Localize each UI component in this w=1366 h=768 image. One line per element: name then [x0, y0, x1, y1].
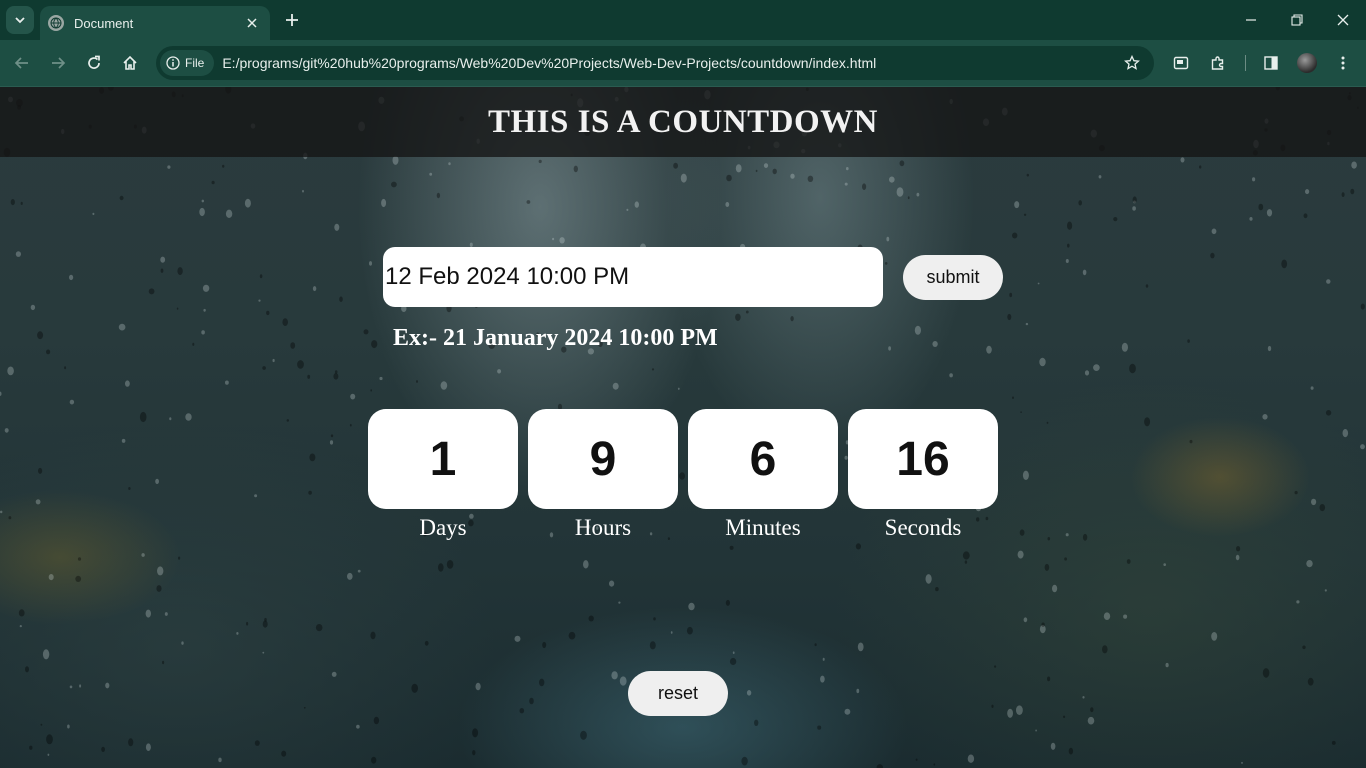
bookmark-button[interactable]	[1118, 49, 1146, 77]
chevron-down-icon	[15, 17, 25, 24]
avatar	[1297, 53, 1317, 73]
home-icon	[123, 55, 137, 70]
restore-button[interactable]	[1274, 0, 1320, 40]
toolbar-divider	[1245, 55, 1246, 71]
info-icon	[166, 56, 180, 70]
hours-label: Hours	[574, 515, 632, 540]
address-bar[interactable]: File E:/programs/git%20hub%20programs/We…	[156, 46, 1154, 80]
tab-search-button[interactable]	[6, 6, 34, 34]
media-control-button[interactable]	[1167, 49, 1195, 77]
page-header: THIS IS A COUNTDOWN	[0, 87, 1366, 157]
hours-box: 9	[528, 409, 678, 509]
seconds-box: 16	[848, 409, 998, 509]
example-hint: Ex:- 21 January 2024 10:00 PM	[393, 325, 718, 351]
restore-icon	[1291, 14, 1303, 26]
minimize-icon	[1246, 19, 1256, 21]
side-panel-button[interactable]	[1257, 49, 1285, 77]
window-controls	[1228, 0, 1366, 40]
minutes-box: 6	[688, 409, 838, 509]
more-vertical-icon	[1341, 56, 1345, 70]
days-box: 1	[368, 409, 518, 509]
tab-title: Document	[74, 15, 134, 31]
arrow-left-icon	[14, 57, 28, 69]
days-label: Days	[419, 515, 467, 540]
days-value: 1	[429, 432, 457, 486]
star-icon	[1124, 55, 1140, 70]
globe-icon	[48, 15, 64, 31]
reset-button[interactable]: reset	[628, 671, 728, 716]
site-info-chip[interactable]: File	[160, 50, 215, 76]
close-tab-icon[interactable]	[244, 15, 260, 31]
date-input[interactable]	[383, 247, 883, 307]
new-tab-button[interactable]	[280, 8, 304, 32]
side-panel-icon	[1264, 56, 1278, 70]
url-text[interactable]: E:/programs/git%20hub%20programs/Web%20D…	[222, 55, 1118, 71]
seconds-value: 16	[896, 432, 950, 486]
site-chip-label: File	[185, 56, 205, 70]
submit-button[interactable]: submit	[903, 255, 1003, 300]
reload-button[interactable]	[80, 49, 108, 77]
arrow-right-icon	[52, 57, 66, 69]
close-icon	[1337, 14, 1349, 26]
profile-button[interactable]	[1293, 49, 1321, 77]
minimize-button[interactable]	[1228, 0, 1274, 40]
puzzle-icon	[1211, 56, 1224, 70]
home-button[interactable]	[116, 49, 144, 77]
menu-button[interactable]	[1329, 49, 1357, 77]
browser-toolbar: File E:/programs/git%20hub%20programs/We…	[0, 40, 1366, 87]
raindrop-background	[0, 87, 1365, 768]
page-title: THIS IS A COUNTDOWN	[487, 103, 878, 140]
minutes-label: Minutes	[725, 515, 801, 540]
page-viewport: THIS IS A COUNTDOWN submit Ex:- 21 Janua…	[0, 87, 1366, 768]
hours-value: 9	[589, 432, 617, 486]
extensions-button[interactable]	[1204, 49, 1232, 77]
tab-strip: Document	[0, 0, 1366, 40]
back-button[interactable]	[8, 49, 36, 77]
reload-icon	[88, 55, 100, 69]
forward-button[interactable]	[44, 49, 72, 77]
close-window-button[interactable]	[1320, 0, 1366, 40]
minutes-value: 6	[749, 432, 777, 486]
browser-tab[interactable]: Document	[40, 6, 270, 40]
plus-icon	[286, 14, 298, 26]
seconds-label: Seconds	[884, 515, 962, 540]
media-icon	[1173, 56, 1189, 70]
